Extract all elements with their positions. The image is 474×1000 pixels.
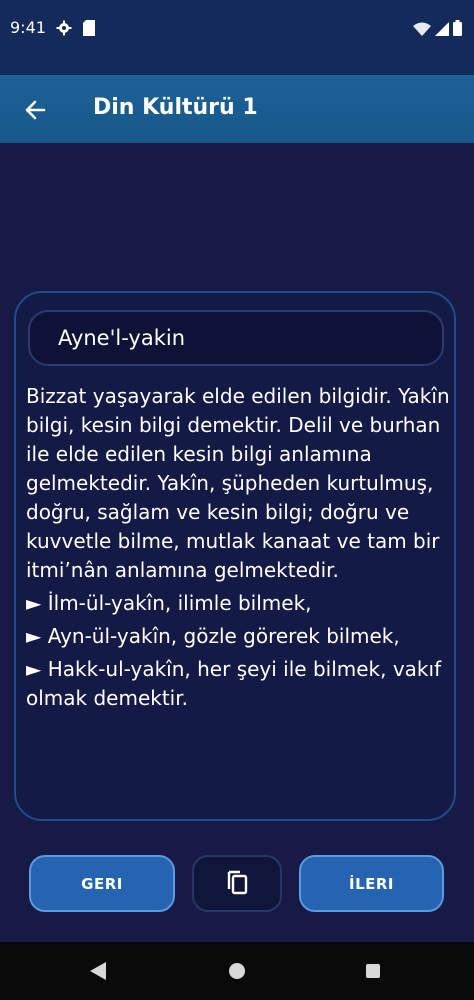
copy-button[interactable] bbox=[192, 855, 282, 912]
gear-icon bbox=[56, 20, 72, 40]
page-title: Din Kültürü 1 bbox=[93, 95, 258, 120]
bullet-item: ► İlm-ül-yakîn, ilimle bilmek, bbox=[26, 591, 312, 615]
copy-icon bbox=[224, 868, 250, 900]
term-title: Ayne'l-yakin bbox=[58, 326, 186, 350]
bullet-item: ► Hakk-ul-yakîn, her şeyi ile bilmek, va… bbox=[26, 657, 442, 710]
bullet-item: ► Ayn-ül-yakîn, gözle görerek bilmek, bbox=[26, 624, 400, 648]
definition-text: Bizzat yaşayarak elde edilen bilgidir. Y… bbox=[26, 382, 456, 713]
nav-home-icon[interactable] bbox=[229, 963, 245, 979]
app-bar: Din Kültürü 1 bbox=[0, 75, 474, 143]
nav-back-icon[interactable] bbox=[90, 962, 106, 984]
sd-card-icon bbox=[82, 20, 96, 40]
signal-icon bbox=[435, 21, 449, 40]
term-box: Ayne'l-yakin bbox=[28, 310, 444, 366]
definition-paragraph: Bizzat yaşayarak elde edilen bilgidir. Y… bbox=[26, 384, 450, 582]
wifi-icon bbox=[413, 21, 431, 40]
status-bar: 9:41 bbox=[0, 0, 474, 75]
arrow-left-icon[interactable] bbox=[20, 95, 50, 125]
prev-button[interactable]: GERI bbox=[29, 855, 175, 912]
nav-recents-icon[interactable] bbox=[366, 964, 380, 978]
next-button[interactable]: İLERI bbox=[299, 855, 444, 912]
battery-icon bbox=[453, 20, 462, 40]
system-nav-bar bbox=[0, 942, 474, 1000]
status-time: 9:41 bbox=[10, 18, 46, 37]
